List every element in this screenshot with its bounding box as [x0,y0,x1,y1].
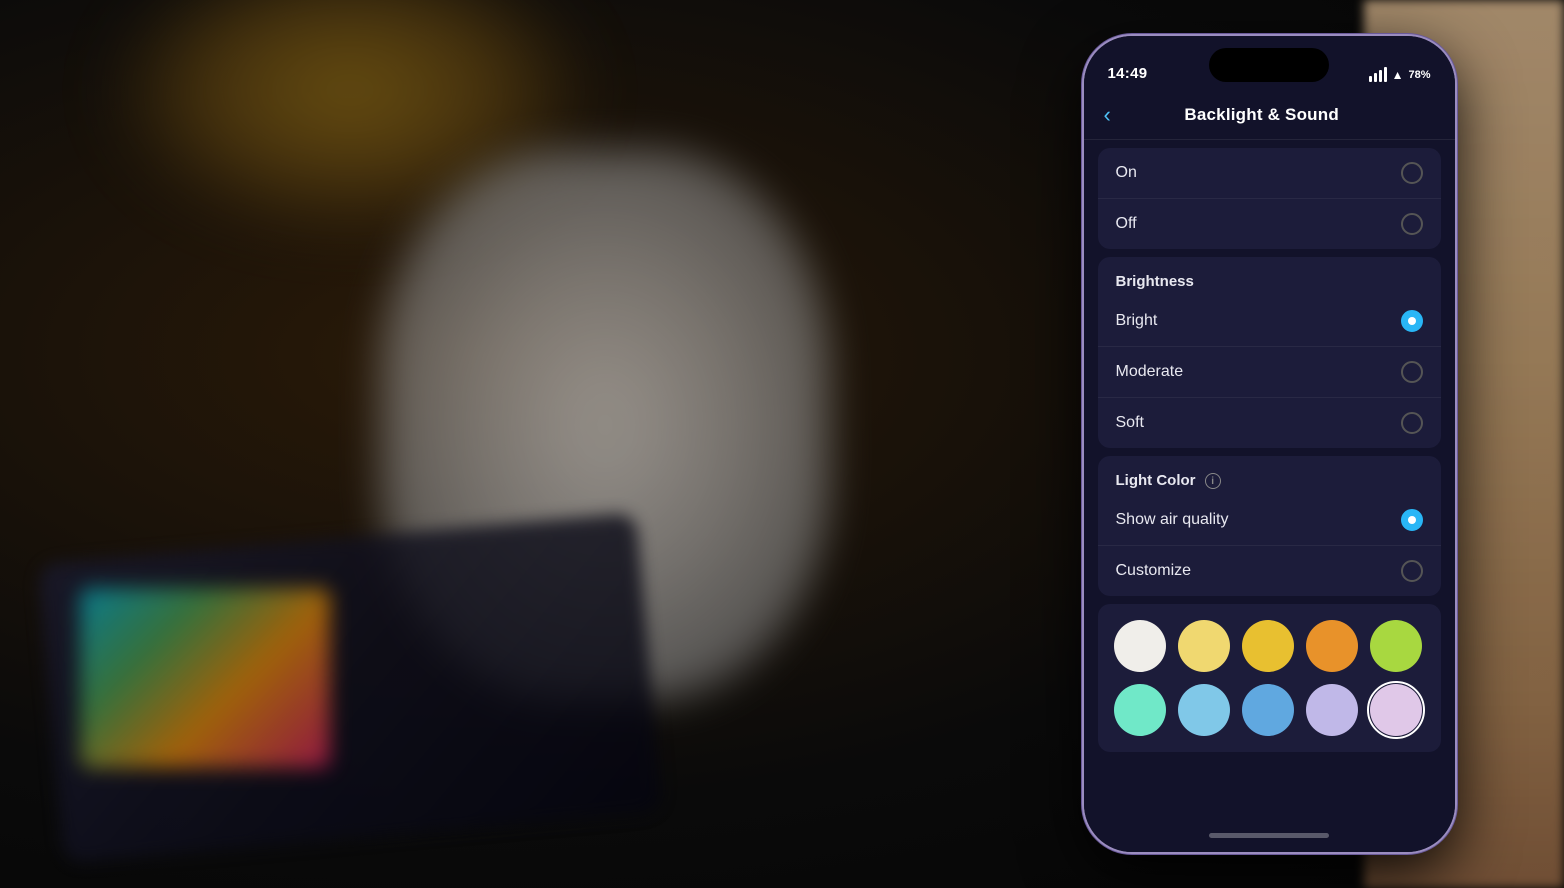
soft-label: Soft [1116,414,1144,432]
row-show-air-quality[interactable]: Show air quality [1098,495,1441,546]
radio-on[interactable] [1401,162,1423,184]
swatch-light-yellow[interactable] [1178,620,1230,672]
on-off-section: On Off [1098,148,1441,249]
swatch-orange[interactable] [1306,620,1358,672]
battery-icon: 78% [1408,69,1430,81]
on-label: On [1116,164,1137,182]
radio-moderate[interactable] [1401,361,1423,383]
home-bar [1209,833,1329,838]
light-color-section: Light Color i Show air quality Customize [1098,456,1441,596]
info-icon[interactable]: i [1205,473,1221,489]
row-customize[interactable]: Customize [1098,546,1441,596]
side-button-power [1455,236,1457,326]
swatch-light-blue[interactable] [1178,684,1230,736]
signal-icon [1369,67,1387,82]
radio-customize[interactable] [1401,560,1423,582]
row-on[interactable]: On [1098,148,1441,199]
side-button-mute [1082,196,1084,236]
radio-off[interactable] [1401,213,1423,235]
signal-bar-3 [1379,70,1382,82]
swatch-lavender[interactable] [1306,684,1358,736]
swatch-white[interactable] [1114,620,1166,672]
show-air-quality-label: Show air quality [1116,511,1229,529]
nav-title: Backlight & Sound [1119,105,1405,125]
signal-bar-4 [1384,67,1387,82]
swatch-blue[interactable] [1242,684,1294,736]
phone-content[interactable]: On Off Brightness Bright Moderate [1084,140,1455,818]
nav-bar: ‹ Backlight & Sound [1084,90,1455,140]
swatches-row-1 [1114,620,1425,672]
light-color-label: Light Color [1116,472,1196,489]
swatches-row-2 [1114,684,1425,736]
moderate-label: Moderate [1116,363,1184,381]
status-time: 14:49 [1108,65,1148,82]
signal-bar-1 [1369,76,1372,82]
row-bright[interactable]: Bright [1098,296,1441,347]
side-button-vol-up [1082,251,1084,311]
wifi-icon: ▲ [1392,68,1404,82]
row-moderate[interactable]: Moderate [1098,347,1441,398]
row-off[interactable]: Off [1098,199,1441,249]
status-icons: ▲ 78% [1369,67,1431,82]
phone: 14:49 ▲ 78% ‹ Backlight & Sound [1082,34,1457,854]
swatch-lime[interactable] [1370,620,1422,672]
swatch-yellow[interactable] [1242,620,1294,672]
radio-bright[interactable] [1401,310,1423,332]
phone-wrapper: 14:49 ▲ 78% ‹ Backlight & Sound [1054,0,1484,888]
brightness-section: Brightness Bright Moderate Soft [1098,257,1441,448]
light-color-header: Light Color i [1098,456,1441,495]
off-label: Off [1116,215,1137,233]
swatch-pink-lavender[interactable] [1370,684,1422,736]
bg-device-screen [80,588,330,768]
dynamic-island [1209,48,1329,82]
row-soft[interactable]: Soft [1098,398,1441,448]
side-button-vol-down [1082,321,1084,381]
brightness-header: Brightness [1098,257,1441,296]
back-button[interactable]: ‹ [1104,98,1119,132]
radio-show-air-quality[interactable] [1401,509,1423,531]
home-indicator [1084,818,1455,852]
bottom-spacer [1084,760,1455,780]
color-swatches-section [1098,604,1441,752]
customize-label: Customize [1116,562,1192,580]
radio-soft[interactable] [1401,412,1423,434]
swatch-mint[interactable] [1114,684,1166,736]
signal-bar-2 [1374,73,1377,82]
bright-label: Bright [1116,312,1158,330]
